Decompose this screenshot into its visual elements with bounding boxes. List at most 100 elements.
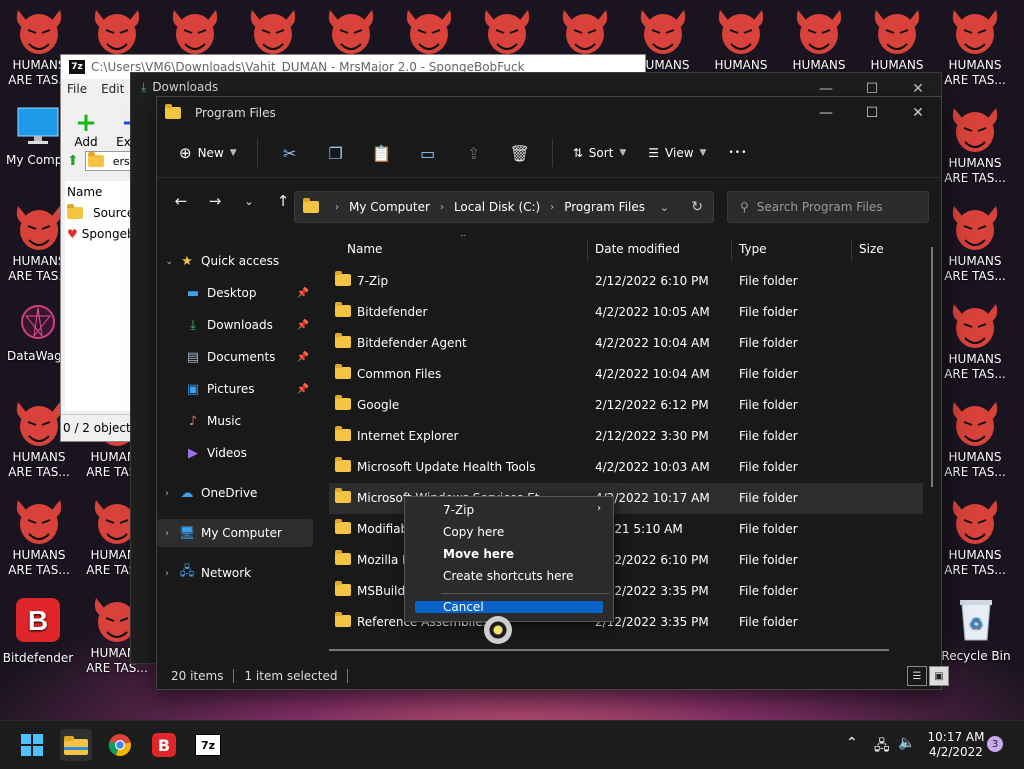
nav-quick-access[interactable]: ⌄ ★ Quick access [157, 247, 313, 275]
column-type[interactable]: Type [739, 242, 767, 256]
wallpaper-tile: HUMANSARE TAS... [936, 98, 1014, 196]
sort-button[interactable]: ⇅ Sort ▼ [565, 137, 635, 169]
taskbar-7zip[interactable]: 7z [192, 729, 224, 761]
context-menu-copy-here[interactable]: Copy here [405, 521, 613, 543]
taskbar-file-explorer[interactable] [60, 729, 92, 761]
arrow-left-icon: ← [174, 192, 188, 210]
nav-network[interactable]: › 🖧 Network [157, 559, 313, 587]
breadcrumb-local-disk[interactable]: Local Disk (C:) [454, 200, 540, 214]
cut-button[interactable]: ✂ [270, 137, 310, 169]
address-dropdown-icon[interactable]: ⌄ [660, 201, 669, 214]
tiles-view-icon[interactable]: ▣ [929, 666, 949, 686]
desktop-icon: ▬ [186, 285, 200, 301]
context-menu-move-here[interactable]: Move here [405, 543, 613, 565]
status-selected: 1 item selected [244, 669, 338, 683]
table-row[interactable]: Common Files 4/2/2022 10:04 AM File folder [329, 359, 923, 390]
paste-button[interactable]: 📋 [362, 137, 402, 169]
forward-button[interactable]: → [199, 185, 231, 217]
folder-icon [335, 519, 351, 534]
delete-button[interactable]: 🗑 [500, 137, 540, 169]
nav-desktop[interactable]: ▬ Desktop 📌 [157, 279, 313, 307]
windows-logo-icon [21, 734, 43, 756]
nav-my-computer[interactable]: › 🖥 My Computer [157, 519, 313, 547]
desktop-icon-recycle-bin[interactable]: ♻ Recycle Bin [938, 596, 1014, 663]
nav-videos[interactable]: ▶ Videos [157, 439, 313, 467]
column-divider[interactable] [851, 239, 852, 261]
devil-face-icon [328, 10, 374, 54]
taskbar-clock[interactable]: 10:17 AM 4/2/2022 [924, 730, 988, 760]
date-modified-cell: 4/2/2022 10:04 AM [595, 336, 710, 350]
taskbar-bitdefender[interactable]: B [148, 729, 180, 761]
pin-icon[interactable]: 📌 [297, 384, 309, 395]
devil-face-icon [718, 10, 764, 54]
sort-icon: ⇅ [572, 146, 583, 160]
chevron-right-icon: › [165, 487, 169, 499]
clock-time: 10:17 AM [927, 730, 985, 744]
wallpaper-text-line: HUMANS [948, 548, 1002, 562]
volume-icon[interactable]: 🔈 [898, 735, 915, 751]
7zip-add-button[interactable]: + Add [69, 110, 103, 149]
context-menu-create-shortcuts[interactable]: Create shortcuts here [405, 565, 613, 587]
nav-onedrive[interactable]: › ☁ OneDrive [157, 479, 313, 507]
nav-pictures[interactable]: ▣ Pictures 📌 [157, 375, 313, 403]
file-name-cell: Modifiabl [335, 519, 412, 536]
nav-music[interactable]: ♪ Music [157, 407, 313, 435]
table-row[interactable]: Microsoft Update Health Tools 4/2/2022 10… [329, 452, 923, 483]
start-button[interactable] [16, 729, 48, 761]
wallpaper-text-line: ARE TAS... [944, 171, 1006, 185]
column-divider[interactable] [731, 239, 732, 261]
new-button[interactable]: ⊕ New ▼ [171, 137, 245, 169]
column-date-modified[interactable]: Date modified [595, 242, 680, 256]
vertical-scrollbar[interactable] [931, 247, 933, 487]
desktop-icon-bitdefender[interactable]: B Bitdefender [0, 596, 76, 665]
table-row[interactable]: Google 2/12/2022 6:12 PM File folder [329, 390, 923, 421]
taskbar-chrome[interactable] [104, 729, 136, 761]
breadcrumb-my-computer[interactable]: My Computer [349, 200, 430, 214]
search-input[interactable]: ⚲ Search Program Files [727, 191, 929, 223]
minimize-icon[interactable]: — [803, 97, 849, 129]
folder-icon [335, 550, 351, 565]
nav-documents[interactable]: ▤ Documents 📌 [157, 343, 313, 371]
close-icon[interactable]: ✕ [895, 97, 941, 129]
back-button[interactable]: ← [165, 185, 197, 217]
list-item[interactable]: ♥ Spongeb [65, 223, 135, 244]
maximize-icon[interactable]: ☐ [849, 97, 895, 129]
nav-downloads[interactable]: ⤓ Downloads 📌 [157, 311, 313, 339]
wallpaper-text: HUMANSARE TAS... [936, 548, 1014, 578]
table-row[interactable]: Bitdefender 4/2/2022 10:05 AM File folder [329, 297, 923, 328]
copy-button[interactable]: ❐ [316, 137, 356, 169]
recent-locations-button[interactable]: ⌄ [233, 185, 265, 217]
file-name-cell: Google [335, 395, 399, 412]
column-divider[interactable] [587, 239, 588, 261]
wallpaper-tile: HUMANSARE TAS... [936, 294, 1014, 392]
rename-button[interactable]: ▭ [408, 137, 448, 169]
network-status-icon[interactable]: 🖧 [874, 735, 890, 759]
pin-icon[interactable]: 📌 [297, 288, 309, 299]
7zip-menu-edit[interactable]: Edit [101, 82, 124, 96]
pin-icon[interactable]: 📌 [297, 320, 309, 331]
breadcrumb-program-files[interactable]: Program Files [564, 200, 645, 214]
table-row[interactable]: 7-Zip 2/12/2022 6:10 PM File folder [329, 266, 923, 297]
horizontal-scrollbar[interactable] [329, 649, 889, 651]
list-item[interactable]: Source [65, 202, 135, 223]
share-button[interactable]: ⇪ [454, 137, 494, 169]
details-view-icon[interactable]: ☰ [907, 666, 927, 686]
refresh-icon[interactable]: ↻ [691, 199, 703, 215]
table-row[interactable]: Internet Explorer 2/12/2022 3:30 PM File f… [329, 421, 923, 452]
more-options-button[interactable]: ••• [720, 137, 755, 169]
7zip-column-name[interactable]: Name [65, 181, 135, 202]
address-bar[interactable]: › My Computer › Local Disk (C:) › Progra… [294, 191, 714, 223]
downloads-title: Downloads [152, 80, 219, 94]
column-size[interactable]: Size [859, 242, 884, 256]
context-menu-7zip[interactable]: 7-Zip › [405, 499, 613, 521]
up-arrow-icon[interactable]: ⬆ [67, 153, 79, 169]
notification-badge[interactable]: 3 [987, 736, 1003, 752]
file-name: Bitdefender [357, 305, 428, 319]
context-menu-cancel[interactable]: Cancel [415, 600, 603, 614]
chevron-up-icon[interactable]: ⌃ [846, 735, 858, 751]
table-row[interactable]: Bitdefender Agent 4/2/2022 10:04 AM File f… [329, 328, 923, 359]
7zip-menu-file[interactable]: File [67, 82, 87, 96]
view-button[interactable]: ☰ View ▼ [640, 137, 714, 169]
pin-icon[interactable]: 📌 [297, 352, 309, 363]
column-name[interactable]: Name [347, 242, 382, 256]
